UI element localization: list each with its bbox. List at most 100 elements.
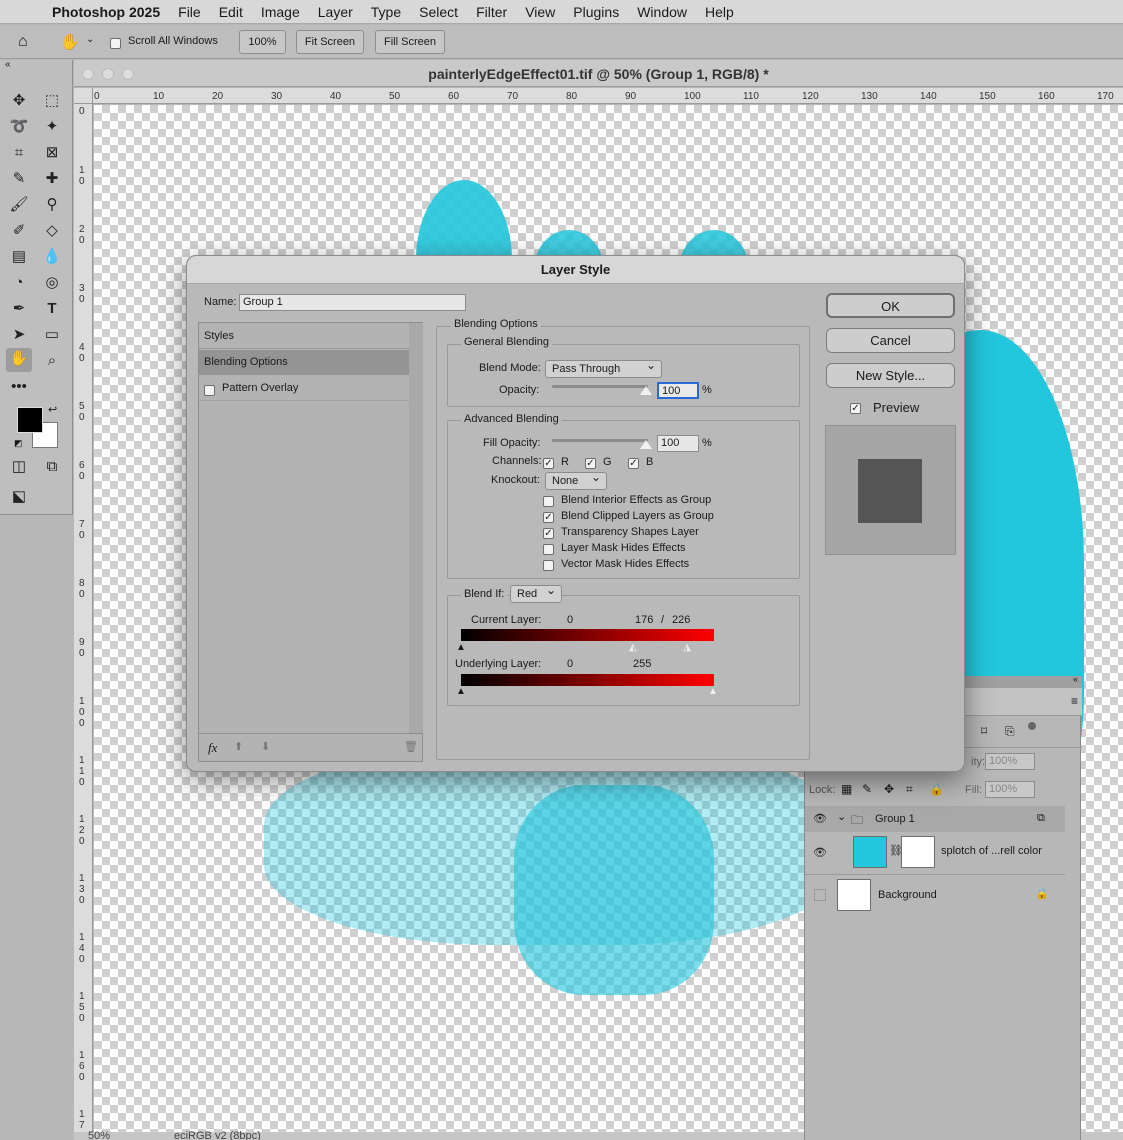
eyedropper-icon[interactable]: ✎ [8, 168, 30, 190]
styles-scrollbar[interactable] [409, 323, 423, 733]
crop-tool-icon[interactable]: ⌗ [8, 142, 30, 164]
chevron-down-icon[interactable]: ⌄ [86, 34, 94, 45]
collapse-icon[interactable]: « [1073, 674, 1078, 684]
more-tools-icon[interactable]: ••• [8, 376, 30, 398]
channel-g-checkbox[interactable] [585, 456, 596, 470]
channel-r-checkbox[interactable] [543, 456, 554, 470]
zoom-tool-icon[interactable]: ⌕ [41, 350, 63, 372]
fill-screen-button[interactable]: Fill Screen [375, 30, 445, 54]
healing-brush-icon[interactable]: ✚ [41, 168, 63, 190]
lock-image-icon[interactable]: ✎ [862, 782, 872, 796]
zoom-readout[interactable]: 50% [88, 1130, 110, 1140]
color-profile[interactable]: eciRGB v2 (8bpc) [174, 1130, 261, 1140]
layer-mask-thumbnail[interactable] [901, 836, 935, 868]
default-colors-icon[interactable]: ◩ [14, 438, 23, 449]
move-up-icon[interactable]: ⬆ [234, 740, 243, 753]
lock-artboard-icon[interactable]: ⌗ [906, 782, 913, 797]
underlying-high-slider[interactable]: ▲ [708, 687, 718, 697]
gradient-tool-icon[interactable]: ▤ [8, 246, 30, 268]
layer-row-group[interactable]: 👁 ⌄ 🗀 Group 1 ⧉ [805, 806, 1065, 832]
name-field[interactable]: Group 1 [239, 294, 466, 311]
menu-type[interactable]: Type [371, 4, 401, 20]
knockout-select[interactable]: None [545, 469, 607, 490]
opt-checkbox-0[interactable] [543, 494, 554, 508]
brush-tool-icon[interactable]: 🖌 [8, 194, 30, 216]
rectangle-tool-icon[interactable]: ▭ [41, 324, 63, 346]
pattern-overlay-checkbox[interactable] [204, 383, 215, 397]
opt-checkbox-3[interactable] [543, 542, 554, 556]
foreground-swatch[interactable] [17, 407, 43, 433]
hand-tool-icon[interactable]: ✋ [6, 348, 32, 372]
current-low-slider[interactable]: ▲ [456, 643, 466, 653]
lock-position-icon[interactable]: ✥ [884, 782, 894, 796]
scroll-all-checkbox[interactable] [110, 36, 121, 50]
move-down-icon[interactable]: ⬇ [261, 740, 270, 753]
marquee-tool-icon[interactable]: ⬚ [41, 90, 63, 112]
smart-filter-icon[interactable]: ⎘ [1005, 724, 1015, 739]
opt-checkbox-2[interactable] [543, 526, 554, 540]
trash-icon[interactable]: 🗑 [404, 740, 418, 753]
shape-filter-icon[interactable]: ⌑ [981, 724, 987, 738]
eye-icon[interactable]: 👁 [813, 812, 827, 826]
path-select-icon[interactable]: ➤ [8, 324, 30, 346]
stamp-tool-icon[interactable]: ⚲ [41, 194, 63, 216]
menu-layer[interactable]: Layer [318, 4, 353, 20]
cancel-button[interactable]: Cancel [826, 328, 955, 353]
blend-if-select[interactable]: Red [510, 582, 562, 603]
menu-plugins[interactable]: Plugins [573, 4, 619, 20]
menu-image[interactable]: Image [261, 4, 300, 20]
chevron-down-icon[interactable]: ⌄ [837, 810, 846, 823]
preview-checkbox[interactable] [850, 401, 861, 415]
layer-fill-field[interactable]: 100% [985, 781, 1035, 798]
dodge-tool-icon[interactable]: ◔ [8, 272, 30, 294]
fx-icon[interactable]: fx [208, 740, 217, 756]
frame-tool-icon[interactable]: ⊠ [41, 142, 63, 164]
opt-checkbox-4[interactable] [543, 558, 554, 572]
fit-screen-button[interactable]: Fit Screen [296, 30, 364, 54]
pattern-overlay-item[interactable]: Pattern Overlay [199, 376, 409, 401]
fill-opacity-input[interactable]: 100 [657, 435, 699, 452]
move-tool-icon[interactable]: ✥ [8, 90, 30, 112]
collapse-icon[interactable]: « [5, 59, 11, 70]
menu-file[interactable]: File [178, 4, 201, 20]
ok-button[interactable]: OK [826, 293, 955, 318]
filter-toggle[interactable] [1028, 722, 1036, 730]
opacity-input[interactable]: 100 [657, 382, 699, 399]
app-menu[interactable]: Photoshop 2025 [52, 4, 160, 20]
generative-icon[interactable]: ⬕ [8, 486, 30, 508]
blend-mode-select[interactable]: Pass Through [545, 357, 662, 378]
styles-header[interactable]: Styles [199, 323, 409, 349]
fill-opacity-knob[interactable] [640, 440, 652, 449]
opacity-slider[interactable] [552, 385, 648, 388]
layer-row-background[interactable]: Background 🔒 [805, 874, 1065, 916]
channel-b-checkbox[interactable] [628, 456, 639, 470]
pen-tool-icon[interactable]: ✒ [8, 298, 30, 320]
lock-all-icon[interactable]: 🔒 [929, 782, 944, 796]
opacity-slider-knob[interactable] [640, 386, 652, 395]
menu-edit[interactable]: Edit [219, 4, 243, 20]
menu-select[interactable]: Select [419, 4, 458, 20]
menu-filter[interactable]: Filter [476, 4, 507, 20]
swap-colors-icon[interactable]: ↩ [48, 403, 57, 416]
lock-transparent-icon[interactable]: ▦ [841, 782, 852, 796]
eraser-icon[interactable]: ◇ [41, 220, 63, 242]
underlying-low-slider[interactable]: ▲ [456, 687, 466, 697]
panel-menu-icon[interactable]: ≡ [1071, 694, 1078, 708]
opt-checkbox-1[interactable] [543, 510, 554, 524]
visibility-box[interactable] [814, 889, 826, 901]
eye-icon[interactable]: 👁 [813, 846, 827, 860]
quick-mask-icon[interactable]: ◫ [8, 456, 30, 478]
fill-opacity-slider[interactable] [552, 439, 648, 442]
current-high-slider-left[interactable]: ◭ [628, 643, 638, 653]
menu-window[interactable]: Window [637, 4, 687, 20]
home-icon[interactable]: ⌂ [18, 33, 28, 51]
type-tool-icon[interactable]: T [41, 298, 63, 320]
new-style-button[interactable]: New Style... [826, 363, 955, 388]
blending-options-item[interactable]: Blending Options [199, 350, 409, 375]
layer-row-splotch[interactable]: 👁 ⛓ splotch of ...rell color [805, 832, 1065, 873]
menu-view[interactable]: View [525, 4, 555, 20]
smudge-tool-icon[interactable]: ◎ [41, 272, 63, 294]
current-high-slider-right[interactable]: ◮ [682, 643, 692, 653]
screen-mode-icon[interactable]: ⧉ [41, 456, 63, 478]
menu-help[interactable]: Help [705, 4, 734, 20]
